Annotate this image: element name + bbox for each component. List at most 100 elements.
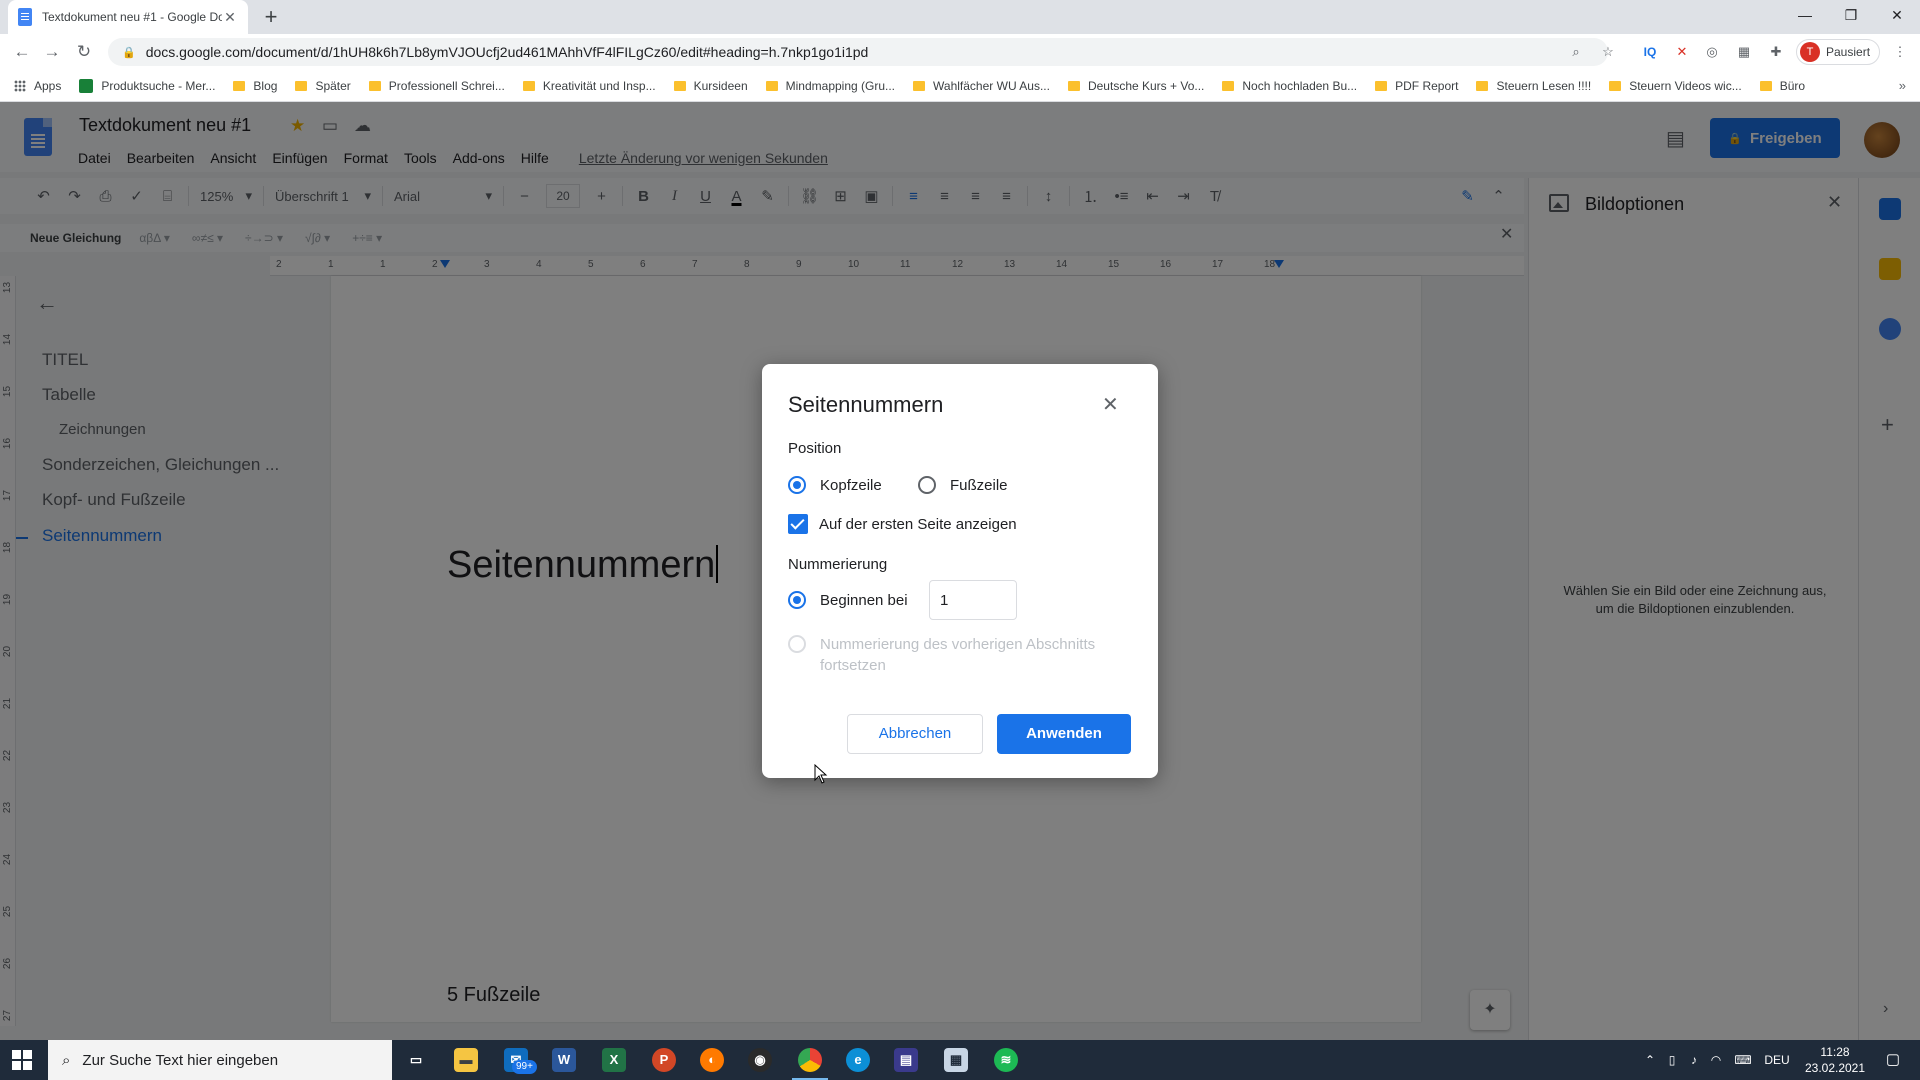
mail-badge: 99+ (512, 1060, 537, 1074)
numbering-heading: Nummerierung (788, 556, 888, 573)
bookmark-item[interactable]: Produktsuche - Mer... (79, 78, 216, 93)
minimize-icon[interactable]: — (1782, 0, 1828, 30)
network-icon[interactable]: ◠ (1706, 1040, 1726, 1080)
show-first-page-checkbox[interactable] (788, 514, 808, 534)
bookmark-label: Kreativität und Insp... (542, 78, 656, 93)
close-icon[interactable]: ✕ (1102, 392, 1119, 417)
extension-iq-icon[interactable]: IQ (1640, 42, 1660, 62)
tray-chevron-icon[interactable]: ⌃ (1640, 1040, 1660, 1080)
clock-time: 11:28 (1820, 1045, 1850, 1059)
chrome-icon[interactable] (792, 1048, 828, 1080)
bookmark-label: Deutsche Kurs + Vo... (1087, 78, 1205, 93)
folder-icon (1222, 80, 1235, 91)
taskbar-clock[interactable]: 11:28 23.02.2021 (1800, 1044, 1870, 1076)
show-first-page-label[interactable]: Auf der ersten Seite anzeigen (819, 516, 1017, 533)
notes-icon[interactable]: ▦ (944, 1048, 968, 1072)
start-at-label[interactable]: Beginnen bei (820, 592, 908, 609)
bookmark-item[interactable]: Noch hochladen Bu... (1222, 79, 1357, 93)
spotify-icon[interactable]: ≋ (994, 1048, 1018, 1072)
edge-icon[interactable]: e (846, 1048, 870, 1072)
app-window-icon[interactable]: ▤ (894, 1048, 918, 1072)
bookmarks-bar: Apps Produktsuche - Mer... Blog Später Profe… (0, 70, 1920, 102)
windows-taskbar: ⌕ Zur Suche Text hier eingeben ▭ ▬ ✉ 99+… (0, 1040, 1920, 1080)
bookmark-star-icon[interactable]: ☆ (1598, 42, 1618, 62)
excel-icon[interactable]: X (602, 1048, 626, 1072)
bookmark-item[interactable]: Apps (14, 79, 61, 93)
window-close-icon[interactable]: ✕ (1874, 0, 1920, 30)
restore-icon[interactable]: ❐ (1828, 0, 1874, 30)
folder-icon (765, 80, 778, 91)
header-radio-label[interactable]: Kopfzeile (820, 477, 882, 494)
continue-numbering-label: Nummerierung des vorherigen Abschnitts f… (820, 636, 1096, 674)
bookmark-item[interactable]: Kreativität und Insp... (522, 78, 656, 93)
notifications-icon[interactable]: ▢ (1878, 1040, 1908, 1080)
footer-radio-label[interactable]: Fußzeile (950, 477, 1008, 494)
bookmark-item[interactable]: Büro (1759, 78, 1806, 93)
folder-icon (1759, 80, 1772, 91)
new-tab-button[interactable]: + (258, 4, 284, 30)
url-field[interactable]: 🔒 docs.google.com/document/d/1hUH8k6h7Lb… (108, 38, 1608, 66)
mouse-cursor-icon (814, 764, 828, 784)
start-at-input[interactable] (929, 580, 1017, 620)
bookmark-item[interactable]: Deutsche Kurs + Vo... (1067, 78, 1205, 93)
obs-icon[interactable]: ◉ (748, 1048, 772, 1072)
zoom-icon[interactable]: ⌕ (1566, 42, 1586, 62)
cancel-button[interactable]: Abbrechen (847, 714, 983, 754)
task-view-icon[interactable]: ▭ (404, 1048, 428, 1072)
forward-icon[interactable]: → (40, 40, 64, 64)
word-icon[interactable]: W (552, 1048, 576, 1072)
header-radio[interactable] (788, 476, 806, 494)
language-indicator[interactable]: DEU (1762, 1040, 1792, 1080)
bookmark-label: Mindmapping (Gru... (785, 78, 896, 93)
browser-menu-icon[interactable]: ⋮ (1890, 42, 1910, 62)
start-at-radio[interactable] (788, 591, 806, 609)
browser-tab[interactable]: Textdokument neu #1 - Google Docs ✕ (8, 0, 248, 34)
bookmark-label: Apps (34, 78, 62, 93)
keyboard-icon[interactable]: ⌨ (1730, 1040, 1756, 1080)
bookmark-label: Professionell Schrei... (388, 78, 505, 93)
bookmark-item[interactable]: Steuern Lesen !!!! (1476, 79, 1591, 93)
dialog-title: Seitennummern (788, 392, 944, 417)
back-icon[interactable]: ← (10, 40, 34, 64)
extension-badge-icon[interactable]: ✕ (1672, 42, 1692, 62)
bookmark-label: Steuern Lesen !!!! (1496, 78, 1592, 93)
windows-start-icon[interactable] (12, 1050, 32, 1070)
bookmark-item[interactable]: Kursideen (673, 79, 748, 93)
tab-close-icon[interactable]: ✕ (222, 9, 238, 26)
bookmark-item[interactable]: PDF Report (1375, 79, 1458, 93)
file-explorer-icon[interactable]: ▬ (454, 1048, 478, 1072)
folder-icon (913, 80, 926, 91)
bookmark-item[interactable]: Später (295, 78, 351, 93)
taskbar-search-input[interactable]: ⌕ Zur Suche Text hier eingeben (48, 1040, 392, 1080)
extensions-puzzle-icon[interactable]: ✚ (1766, 42, 1786, 62)
bookmark-label: Noch hochladen Bu... (1242, 78, 1358, 93)
folder-icon (673, 80, 686, 91)
bookmark-label: Später (315, 78, 351, 93)
footer-radio[interactable] (918, 476, 936, 494)
lock-icon: 🔒 (122, 46, 136, 59)
apply-button[interactable]: Anwenden (997, 714, 1131, 754)
bookmark-item[interactable]: Mindmapping (Gru... (765, 78, 896, 93)
bookmark-label: Büro (1779, 78, 1806, 93)
continue-numbering-radio[interactable] (788, 635, 806, 653)
tab-title: Textdokument neu #1 - Google Docs (42, 10, 222, 24)
volume-icon[interactable]: ♪ (1684, 1040, 1704, 1080)
folder-icon (1609, 80, 1622, 91)
bookmarks-overflow-icon[interactable]: » (1899, 78, 1906, 93)
bookmark-label: Produktsuche - Mer... (101, 78, 216, 93)
bookmark-item[interactable]: Wahlfächer WU Aus... (913, 79, 1050, 93)
extension-globe-icon[interactable]: ◎ (1702, 42, 1722, 62)
app-icon[interactable]: ◐ (700, 1048, 724, 1072)
bookmark-item[interactable]: Steuern Videos wic... (1609, 79, 1742, 93)
bookmark-item[interactable]: Professionell Schrei... (368, 78, 505, 93)
bookmark-item[interactable]: Blog (233, 79, 277, 93)
taskbar-search-placeholder: Zur Suche Text hier eingeben (82, 1051, 279, 1069)
bookmark-label: Blog (253, 78, 278, 93)
extension-grid-icon[interactable]: ▦ (1734, 42, 1754, 62)
google-docs-favicon-icon (18, 8, 32, 26)
tray-device-icon[interactable]: ▯ (1662, 1040, 1682, 1080)
folder-icon (233, 80, 246, 91)
reload-icon[interactable]: ↻ (72, 40, 96, 64)
profile-button[interactable]: T Pausiert (1796, 39, 1880, 65)
powerpoint-icon[interactable]: P (652, 1048, 676, 1072)
